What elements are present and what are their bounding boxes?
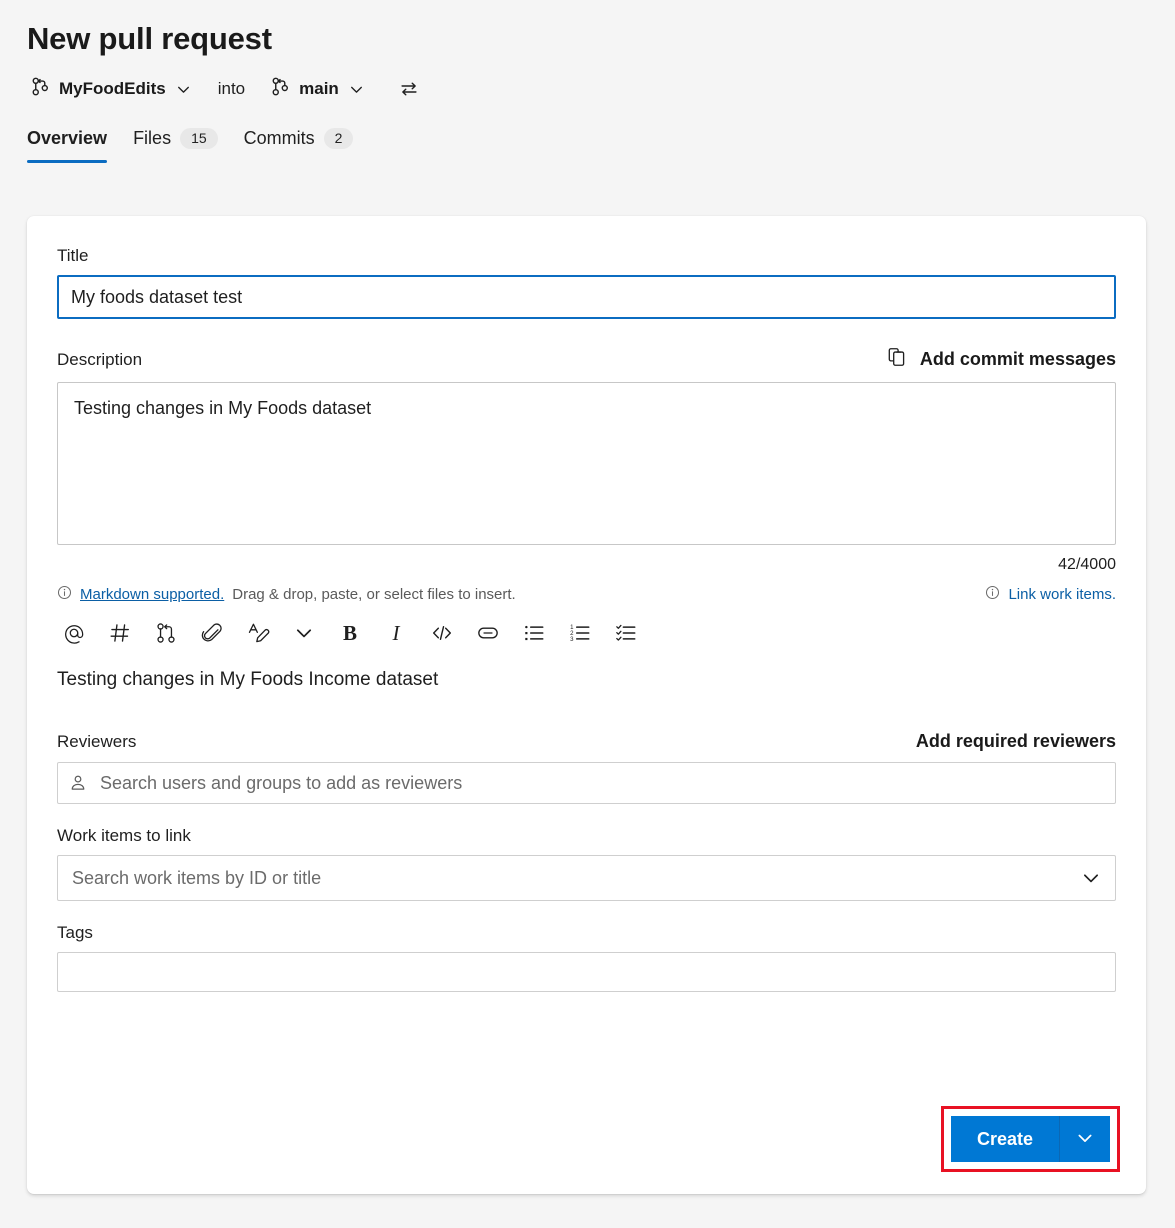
markdown-supported-link[interactable]: Markdown supported.: [80, 586, 224, 603]
work-items-field: [57, 855, 1116, 901]
description-textarea[interactable]: [57, 382, 1116, 545]
description-label: Description: [57, 350, 142, 370]
target-branch-name: main: [299, 79, 339, 99]
numbered-list-icon[interactable]: 1 2 3: [557, 614, 603, 652]
description-preview: Testing changes in My Foods Income datas…: [57, 669, 1116, 691]
link-work-items-link[interactable]: Link work items.: [985, 585, 1116, 604]
markdown-hint-text: Drag & drop, paste, or select files to i…: [232, 586, 515, 603]
checklist-icon[interactable]: [603, 614, 649, 652]
swap-branches-icon[interactable]: [399, 79, 419, 99]
target-branch-selector[interactable]: main: [267, 75, 369, 103]
work-items-label: Work items to link: [57, 826, 1116, 846]
tab-commits[interactable]: Commits 2: [244, 128, 354, 163]
tags-input[interactable]: [57, 952, 1116, 992]
text-highlight-icon[interactable]: [235, 614, 281, 652]
bold-icon[interactable]: B: [327, 614, 373, 652]
work-items-block: Work items to link: [57, 826, 1116, 901]
page-title: New pull request: [27, 22, 1175, 56]
description-header: Description Add commit messages: [57, 346, 1116, 373]
code-icon[interactable]: [419, 614, 465, 652]
editor-hint-row: Markdown supported. Drag & drop, paste, …: [57, 585, 1116, 604]
chevron-down-icon: [1075, 1128, 1095, 1151]
pull-request-icon[interactable]: [143, 614, 189, 652]
info-icon: [985, 585, 1000, 604]
markdown-hint: Markdown supported. Drag & drop, paste, …: [57, 585, 516, 604]
create-split-button: Create: [951, 1116, 1110, 1162]
chevron-down-icon: [348, 81, 365, 98]
link-icon[interactable]: [465, 614, 511, 652]
link-work-items-label: Link work items.: [1008, 586, 1116, 603]
branch-icon: [271, 77, 290, 101]
attachment-icon[interactable]: [189, 614, 235, 652]
mention-icon[interactable]: [51, 614, 97, 652]
source-branch-selector[interactable]: MyFoodEdits: [27, 75, 196, 103]
add-required-reviewers-button[interactable]: Add required reviewers: [916, 731, 1116, 752]
branch-row: MyFoodEdits into main: [27, 72, 1175, 106]
branch-icon: [31, 77, 50, 101]
italic-glyph: I: [393, 621, 400, 646]
title-label: Title: [57, 246, 1116, 266]
pull-request-form-card: Title Description Add commit messages 42…: [27, 216, 1146, 1194]
info-icon: [57, 585, 72, 604]
create-options-button[interactable]: [1060, 1116, 1110, 1162]
tab-files[interactable]: Files 15: [133, 128, 218, 163]
into-label: into: [218, 79, 245, 99]
svg-text:3: 3: [570, 636, 574, 643]
italic-icon[interactable]: I: [373, 614, 419, 652]
bold-glyph: B: [343, 621, 357, 646]
tags-block: Tags: [57, 923, 1116, 992]
title-input[interactable]: [57, 275, 1116, 319]
chevron-down-icon: [175, 81, 192, 98]
reviewers-field: [57, 762, 1116, 804]
chevron-down-icon[interactable]: [1080, 867, 1102, 889]
reviewers-label: Reviewers: [57, 732, 136, 752]
hashtag-icon[interactable]: [97, 614, 143, 652]
clipboard-icon: [886, 346, 908, 373]
tags-label: Tags: [57, 923, 1116, 943]
create-button-highlight: Create: [941, 1106, 1120, 1172]
reviewers-header: Reviewers Add required reviewers: [57, 731, 1116, 752]
character-count: 42/4000: [57, 556, 1116, 574]
chevron-down-icon[interactable]: [281, 614, 327, 652]
source-branch-name: MyFoodEdits: [59, 79, 166, 99]
add-commit-messages-label: Add commit messages: [920, 349, 1116, 370]
tab-overview[interactable]: Overview: [27, 128, 107, 163]
tab-overview-label: Overview: [27, 128, 107, 149]
reviewers-search-input[interactable]: [57, 762, 1116, 804]
markdown-toolbar: B I 1: [51, 614, 1116, 652]
work-items-search-input[interactable]: [57, 855, 1116, 901]
tab-files-label: Files: [133, 128, 171, 149]
tab-commits-label: Commits: [244, 128, 315, 149]
tab-files-count: 15: [180, 128, 218, 149]
add-commit-messages-button[interactable]: Add commit messages: [886, 346, 1116, 373]
tab-bar: Overview Files 15 Commits 2: [0, 128, 1175, 163]
page-header: New pull request MyFoodEdits into: [0, 0, 1175, 106]
create-button[interactable]: Create: [951, 1116, 1059, 1162]
bulleted-list-icon[interactable]: [511, 614, 557, 652]
tab-commits-count: 2: [324, 128, 354, 149]
